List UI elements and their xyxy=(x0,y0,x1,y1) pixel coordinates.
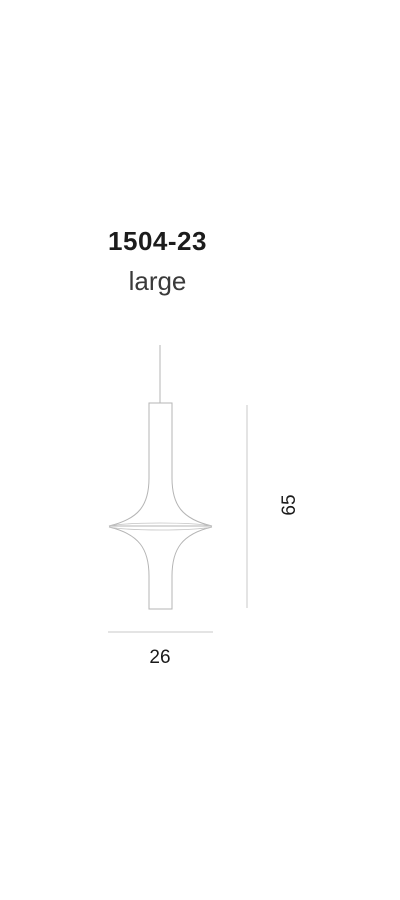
width-dimension-value: 26 xyxy=(149,647,171,668)
lamp-body-lower xyxy=(108,526,213,610)
lamp-body-upper xyxy=(108,402,213,527)
lamp-drawing xyxy=(108,345,248,633)
spec-sheet-page: { "product": { "code": "1504-23", "size"… xyxy=(0,0,400,900)
height-dimension-value: 65 xyxy=(279,494,300,516)
